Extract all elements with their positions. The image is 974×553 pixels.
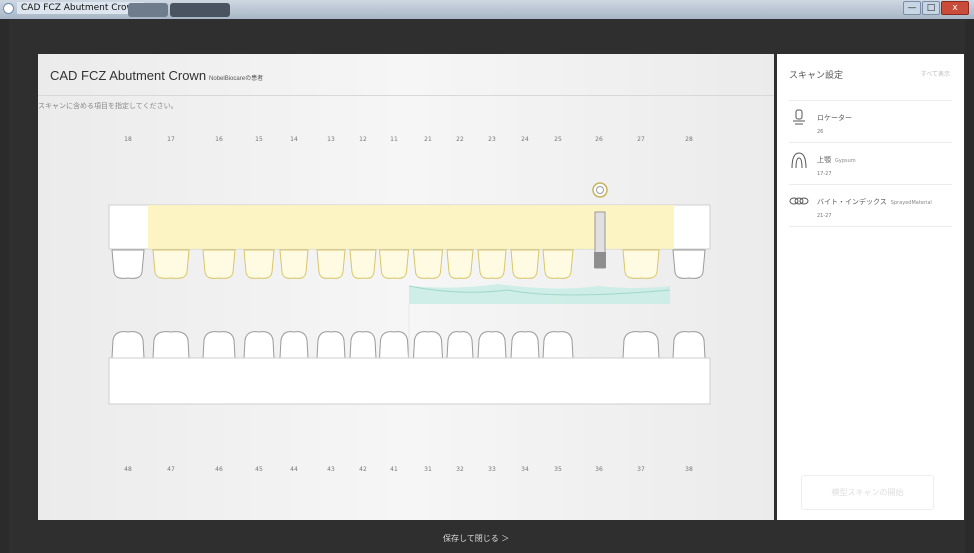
lower-tooth-44[interactable] <box>279 331 309 359</box>
app-icon <box>3 3 14 14</box>
upper-tooth-21[interactable] <box>412 249 444 279</box>
locator-marker-icon[interactable] <box>592 182 608 198</box>
scan-settings-panel: スキャン設定 すべて表示 ロケーター 26 上顎 Gypsum 17-27 バイト… <box>777 54 964 520</box>
lower-tooth-46[interactable] <box>202 331 236 359</box>
upper-tooth-28[interactable] <box>672 249 706 279</box>
panel-title: スキャン設定 <box>789 71 844 81</box>
upper-tooth-13[interactable] <box>316 249 346 279</box>
upper-teeth[interactable] <box>111 249 706 279</box>
locator-icon <box>793 109 805 125</box>
panel-divider <box>789 184 952 185</box>
lower-tooth-42[interactable] <box>349 331 377 359</box>
upper-tooth-11[interactable] <box>378 249 410 279</box>
panel-divider <box>789 100 952 101</box>
scan-selection-card: CAD FCZ Abutment Crown NobelBiocareの患者 スキ… <box>38 54 774 520</box>
panel-divider <box>789 142 952 143</box>
lower-tooth-34[interactable] <box>510 331 540 359</box>
implant-base <box>594 252 606 268</box>
lower-tooth-43[interactable] <box>316 331 346 359</box>
scan-item-teeth: 26 <box>817 129 824 135</box>
window-controls: — □ x <box>903 1 969 15</box>
upper-tooth-25[interactable] <box>542 249 574 279</box>
upper-tooth-23[interactable] <box>477 249 507 279</box>
scan-item-label: 上顎 Gypsum <box>817 156 856 164</box>
lower-model-base[interactable] <box>108 357 711 405</box>
dental-chart[interactable] <box>38 54 774 520</box>
lower-tooth-35[interactable] <box>542 331 574 359</box>
lower-tooth-37[interactable] <box>622 331 660 359</box>
maximize-button[interactable]: □ <box>922 1 940 15</box>
upper-tooth-22[interactable] <box>446 249 474 279</box>
upper-tooth-24[interactable] <box>510 249 540 279</box>
panel-divider <box>789 226 952 227</box>
lower-tooth-41[interactable] <box>378 331 410 359</box>
window-title: CAD FCZ Abutment Crown <box>17 2 144 14</box>
lower-tooth-32[interactable] <box>446 331 474 359</box>
upper-tooth-12[interactable] <box>349 249 377 279</box>
upper-tooth-14[interactable] <box>279 249 309 279</box>
upper-jaw-icon <box>791 152 807 169</box>
scan-item-label: ロケーター <box>817 114 852 122</box>
upper-tooth-17[interactable] <box>152 249 190 279</box>
upper-tooth-27[interactable] <box>622 249 660 279</box>
background-blur <box>170 3 230 17</box>
show-all-link[interactable]: すべて表示 <box>921 69 950 78</box>
upper-tooth-16[interactable] <box>202 249 236 279</box>
lower-tooth-48[interactable] <box>111 331 145 359</box>
save-and-close-button[interactable]: 保存して閉じる ＞ <box>443 533 509 544</box>
background-blur <box>128 3 168 17</box>
start-model-scan-button[interactable]: 模型スキャンの開始 <box>801 475 934 510</box>
close-button[interactable]: x <box>941 1 969 15</box>
lower-tooth-45[interactable] <box>243 331 275 359</box>
lower-tooth-33[interactable] <box>477 331 507 359</box>
minimize-button[interactable]: — <box>903 1 921 15</box>
scan-item-teeth: 21-27 <box>817 213 832 219</box>
upper-tooth-18[interactable] <box>111 249 145 279</box>
lower-tooth-38[interactable] <box>672 331 706 359</box>
lower-tooth-31[interactable] <box>412 331 444 359</box>
scan-item-label: バイト・インデックス SprayedMaterial <box>817 198 932 206</box>
bite-index-icon <box>789 197 809 205</box>
upper-tooth-15[interactable] <box>243 249 275 279</box>
window-titlebar: CAD FCZ Abutment Crown — □ x <box>0 0 974 19</box>
scan-item-teeth: 17-27 <box>817 171 832 177</box>
lower-tooth-47[interactable] <box>152 331 190 359</box>
